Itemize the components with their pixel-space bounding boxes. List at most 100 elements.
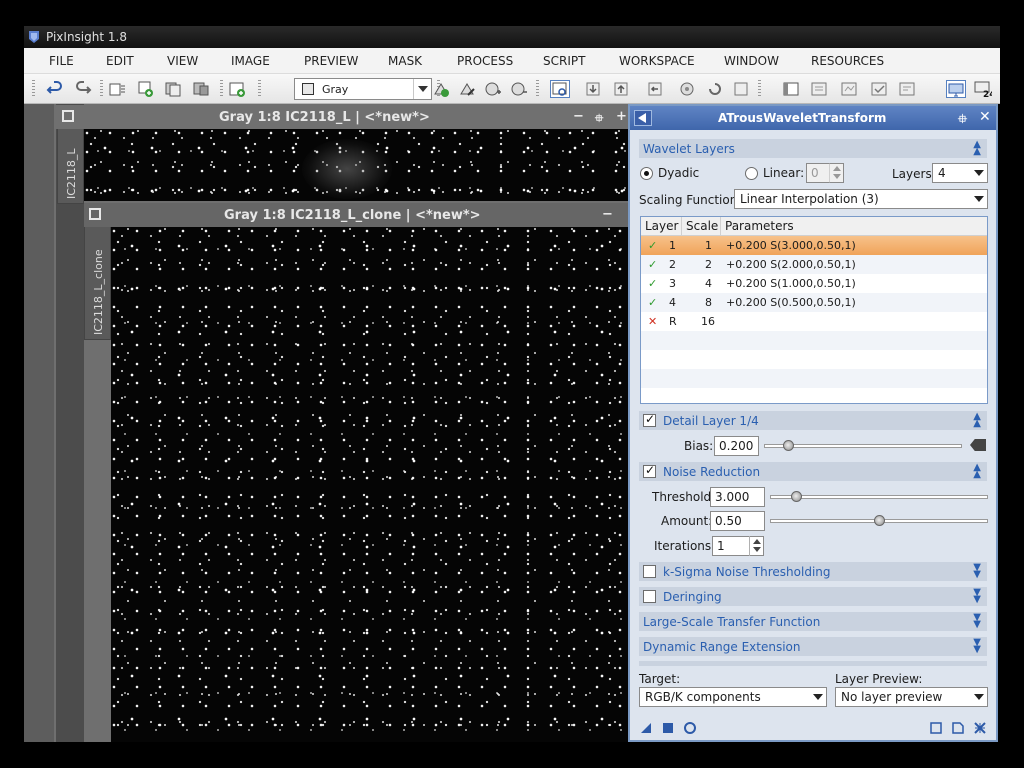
panel-titlebar[interactable]: ATrousWaveletTransform ⯐ ✕ — [630, 106, 996, 130]
deringing-checkbox[interactable] — [643, 590, 656, 603]
threshold-slider-track[interactable] — [770, 495, 988, 499]
section-dynamic-range[interactable]: Dynamic Range Extension ▼ ▼ — [639, 637, 987, 656]
minimize-icon[interactable]: − — [573, 109, 584, 124]
edit-instance-icon[interactable] — [951, 721, 965, 735]
zoom-preview-icon[interactable] — [550, 80, 570, 98]
expand-icon[interactable]: ▼ ▼ — [973, 563, 981, 580]
enabled-check-icon[interactable]: ✓ — [648, 239, 657, 252]
copy-image-icon[interactable] — [164, 80, 182, 98]
layout-icon[interactable] — [782, 80, 800, 98]
menu-file[interactable]: FILE — [49, 54, 74, 68]
target-select[interactable]: RGB/K components — [639, 687, 827, 707]
new-instance-icon[interactable] — [639, 721, 653, 735]
amount-slider-thumb[interactable] — [873, 515, 885, 526]
process-console-icon[interactable] — [870, 80, 888, 98]
menu-workspace[interactable]: WORKSPACE — [619, 54, 695, 68]
menu-process[interactable]: PROCESS — [457, 54, 513, 68]
enabled-check-icon[interactable]: ✓ — [648, 258, 657, 271]
shade-icon[interactable]: ⯐ — [958, 110, 967, 131]
linear-radio[interactable] — [745, 167, 758, 180]
k-sigma-checkbox[interactable] — [643, 565, 656, 578]
undo-icon[interactable] — [46, 80, 64, 98]
window-maximize-icon[interactable] — [89, 208, 101, 220]
duplicate-image-icon[interactable] — [136, 80, 154, 98]
new-process-icon[interactable] — [432, 80, 450, 98]
section-large-scale-transfer[interactable]: Large-Scale Transfer Function ▼ ▼ — [639, 612, 987, 631]
section-deringing[interactable]: Deringing ▼ ▼ — [639, 587, 987, 606]
enabled-check-icon[interactable]: ✓ — [648, 296, 657, 309]
threshold-slider-thumb[interactable] — [790, 491, 802, 502]
toolbar-grip[interactable] — [32, 80, 35, 98]
wavelet-layers-table[interactable]: Layer Scale Parameters ✓ 1 1 +0.200 S(3.… — [640, 216, 988, 404]
expand-icon[interactable]: ▼ ▼ — [973, 588, 981, 605]
menu-image[interactable]: IMAGE — [231, 54, 270, 68]
monitor-icon[interactable] — [946, 80, 966, 98]
noise-reduction-checkbox[interactable] — [643, 463, 656, 478]
toolbar-grip[interactable] — [758, 80, 761, 98]
bias-field[interactable]: 0.200 — [714, 436, 759, 456]
menu-script[interactable]: SCRIPT — [543, 54, 585, 68]
iterations-field[interactable]: 1 — [712, 536, 764, 556]
minimize-icon[interactable]: − — [602, 207, 613, 222]
table-row[interactable]: ✓ 4 8 +0.200 S(0.500,0.50,1) — [641, 293, 987, 312]
linear-spinner[interactable] — [829, 163, 843, 183]
collapse-icon[interactable]: ▲ ▲ — [973, 463, 981, 480]
new-preview-icon[interactable] — [228, 80, 246, 98]
toolbar-grip[interactable] — [536, 80, 539, 98]
section-wavelet-layers[interactable]: Wavelet Layers ▲ ▲ — [639, 139, 987, 158]
dyadic-radio[interactable] — [640, 167, 653, 180]
image-window-1-canvas[interactable] — [84, 129, 628, 201]
bias-slider-thumb[interactable] — [782, 440, 794, 451]
enabled-check-icon[interactable]: ✓ — [648, 277, 657, 290]
browse-documentation-icon[interactable] — [929, 721, 943, 735]
image-window-2-canvas[interactable] — [111, 227, 628, 742]
layer-preview-select[interactable]: No layer preview — [835, 687, 988, 707]
detail-layer-checkbox[interactable] — [643, 412, 656, 427]
close-icon[interactable]: ✕ — [979, 109, 991, 125]
disabled-cross-icon[interactable]: ✕ — [648, 315, 657, 328]
maximize-icon[interactable]: + — [616, 109, 627, 124]
remove-process-icon[interactable] — [510, 80, 528, 98]
color-space-select[interactable]: Gray — [294, 78, 432, 100]
threshold-field[interactable]: 3.000 — [710, 487, 765, 507]
toolbar-grip[interactable] — [220, 80, 223, 98]
explorer-icon[interactable] — [810, 80, 828, 98]
window-maximize-icon[interactable] — [62, 110, 74, 122]
upload-icon[interactable] — [612, 80, 630, 98]
apply-global-icon[interactable] — [683, 721, 697, 735]
edit-process-icon[interactable] — [458, 80, 476, 98]
menu-edit[interactable]: EDIT — [106, 54, 134, 68]
layers-select[interactable]: 4 — [932, 163, 988, 183]
table-row[interactable]: ✓ 1 1 +0.200 S(3.000,0.50,1) — [641, 236, 987, 255]
collapse-icon[interactable]: ▲ ▲ — [973, 140, 981, 157]
section-noise-reduction[interactable]: Noise Reduction ▲▲ — [639, 462, 987, 481]
iterations-spinner[interactable] — [749, 536, 763, 556]
download-icon[interactable] — [584, 80, 602, 98]
format-explorer-icon[interactable] — [898, 80, 916, 98]
toolbar-grip[interactable] — [258, 80, 261, 98]
undo-process-icon[interactable] — [646, 80, 664, 98]
image-tab-ic2118-l-clone[interactable]: IC2118_L_clone — [84, 224, 111, 340]
column-header-layer[interactable]: Layer — [641, 217, 682, 236]
reset-icon[interactable] — [706, 80, 724, 98]
clear-bias-icon[interactable] — [970, 439, 986, 451]
apply-icon[interactable] — [661, 721, 675, 735]
menu-preview[interactable]: PREVIEW — [304, 54, 358, 68]
reset-instance-icon[interactable] — [973, 721, 987, 735]
bias-slider-track[interactable] — [764, 444, 962, 448]
paste-image-icon[interactable] — [192, 80, 210, 98]
redo-icon[interactable] — [74, 80, 92, 98]
collapse-icon[interactable]: ▲ ▲ — [973, 412, 981, 429]
expand-icon[interactable]: ▼ ▼ — [973, 613, 981, 630]
scaling-function-select[interactable]: Linear Interpolation (3) — [734, 189, 988, 209]
section-k-sigma[interactable]: k-Sigma Noise Thresholding ▼ ▼ — [639, 562, 987, 581]
column-header-scale[interactable]: Scale — [682, 217, 721, 236]
amount-field[interactable]: 0.50 — [710, 511, 765, 531]
table-row[interactable]: ✓ 3 4 +0.200 S(1.000,0.50,1) — [641, 274, 987, 293]
linear-value-field[interactable]: 0 — [806, 163, 844, 183]
shade-icon[interactable]: ⯐ — [595, 110, 603, 129]
image-window-1-titlebar[interactable]: Gray 1:8 IC2118_L | <*new*> − ⯐ + — [54, 105, 628, 129]
image-frame-icon[interactable] — [732, 80, 750, 98]
image-window-2-titlebar[interactable]: Gray 1:8 IC2118_L_clone | <*new*> − — [84, 203, 628, 227]
panel-pin-icon[interactable] — [634, 110, 652, 126]
